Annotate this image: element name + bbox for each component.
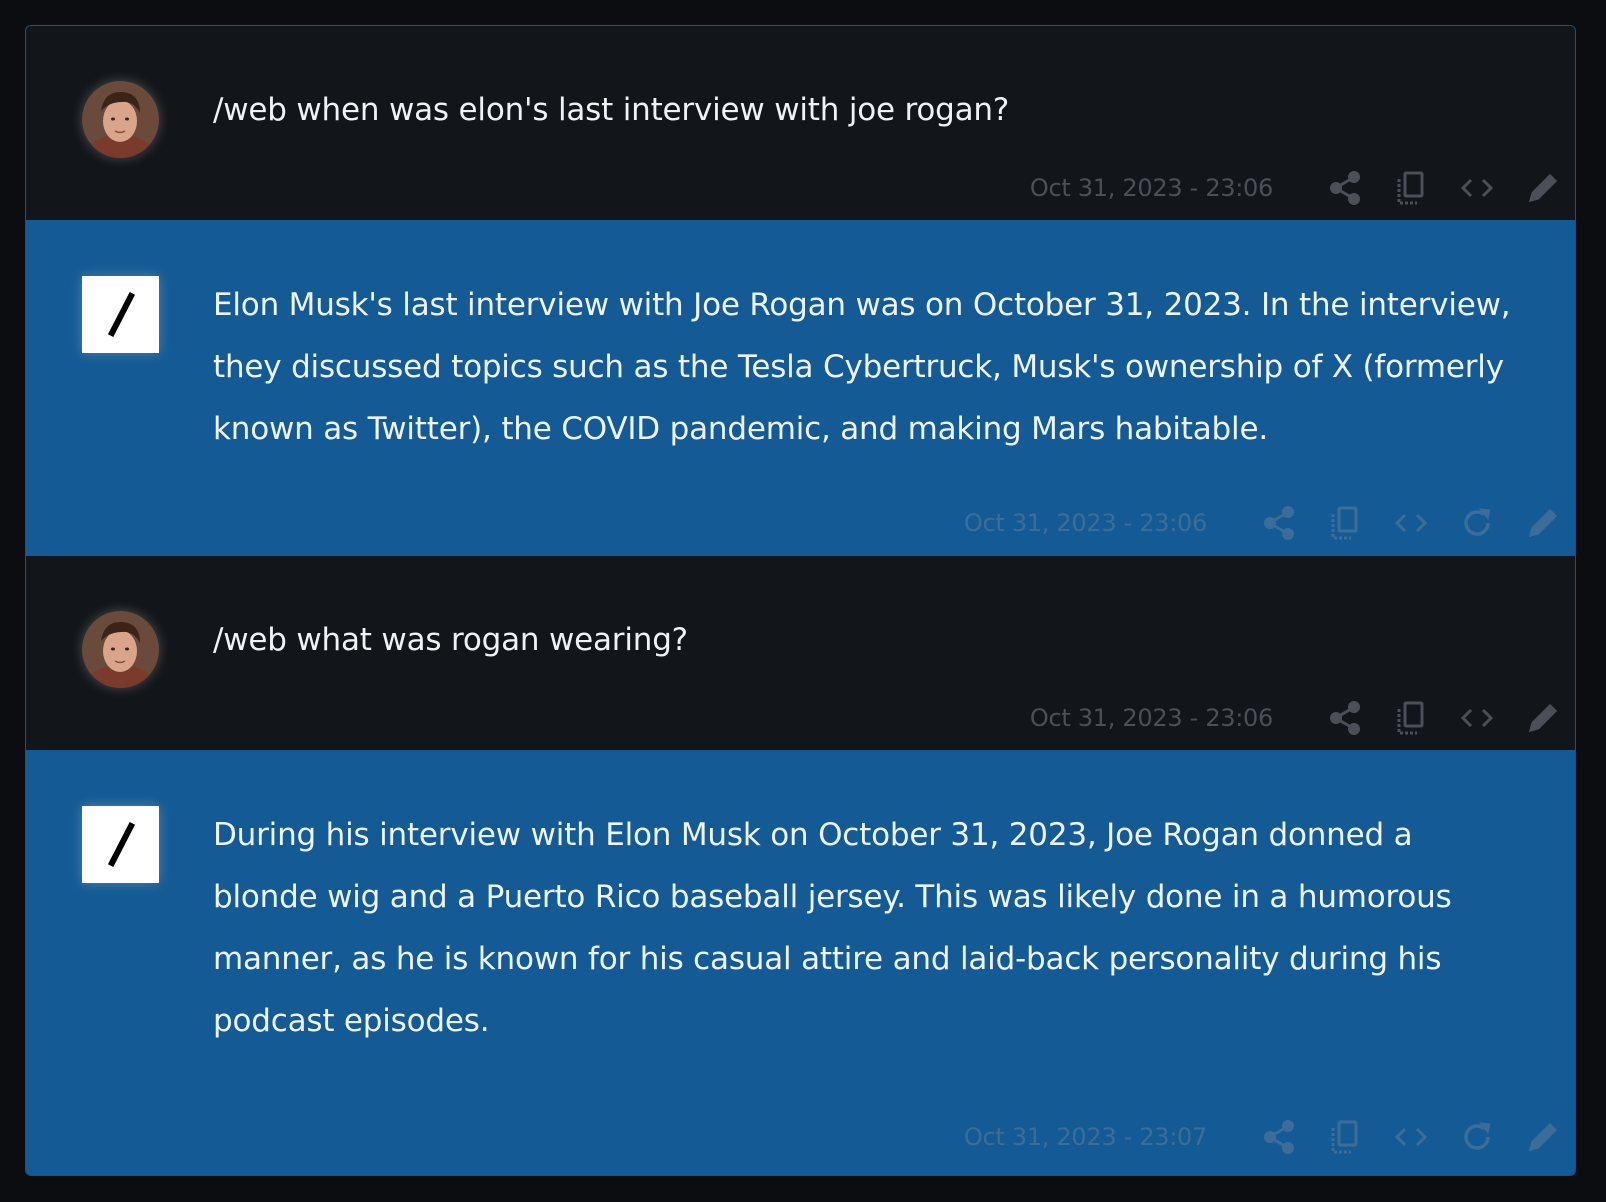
copy-icon[interactable]: [1391, 168, 1431, 208]
message-timestamp: Oct 31, 2023 - 23:06: [963, 509, 1207, 537]
copy-icon[interactable]: [1325, 503, 1365, 543]
chat-window: /web when was elon's last interview with…: [25, 25, 1576, 1176]
code-icon[interactable]: [1457, 168, 1497, 208]
chat-message-assistant: Elon Musk's last interview with Joe Roga…: [26, 220, 1575, 556]
code-icon[interactable]: [1391, 503, 1431, 543]
edit-icon[interactable]: [1523, 503, 1563, 543]
message-text: Elon Musk's last interview with Joe Roga…: [213, 287, 1511, 447]
regenerate-icon[interactable]: [1457, 1117, 1497, 1157]
message-meta: Oct 31, 2023 - 23:06: [1030, 166, 1563, 210]
copy-icon[interactable]: [1391, 698, 1431, 738]
message-meta: Oct 31, 2023 - 23:06: [1030, 696, 1563, 740]
share-icon[interactable]: [1325, 168, 1365, 208]
chat-message-user: /web what was rogan wearing? Oct 31, 202…: [26, 556, 1575, 750]
message-text: During his interview with Elon Musk on O…: [213, 817, 1452, 1039]
user-avatar: [82, 81, 159, 158]
message-text: /web when was elon's last interview with…: [213, 92, 1010, 128]
assistant-logo: [82, 806, 159, 883]
share-icon[interactable]: [1259, 1117, 1299, 1157]
edit-icon[interactable]: [1523, 698, 1563, 738]
message-timestamp: Oct 31, 2023 - 23:06: [1029, 174, 1273, 202]
message-timestamp: Oct 31, 2023 - 23:07: [963, 1123, 1207, 1151]
message-meta: Oct 31, 2023 - 23:07: [964, 1115, 1563, 1159]
assistant-logo: [82, 276, 159, 353]
message-meta: Oct 31, 2023 - 23:06: [964, 501, 1563, 545]
copy-icon[interactable]: [1325, 1117, 1365, 1157]
share-icon[interactable]: [1325, 698, 1365, 738]
code-icon[interactable]: [1457, 698, 1497, 738]
share-icon[interactable]: [1259, 503, 1299, 543]
user-avatar: [82, 611, 159, 688]
regenerate-icon[interactable]: [1457, 503, 1497, 543]
edit-icon[interactable]: [1523, 168, 1563, 208]
message-timestamp: Oct 31, 2023 - 23:06: [1029, 704, 1273, 732]
code-icon[interactable]: [1391, 1117, 1431, 1157]
chat-message-assistant: During his interview with Elon Musk on O…: [26, 750, 1575, 1175]
edit-icon[interactable]: [1523, 1117, 1563, 1157]
message-text: /web what was rogan wearing?: [213, 622, 688, 658]
chat-message-user: /web when was elon's last interview with…: [26, 26, 1575, 220]
